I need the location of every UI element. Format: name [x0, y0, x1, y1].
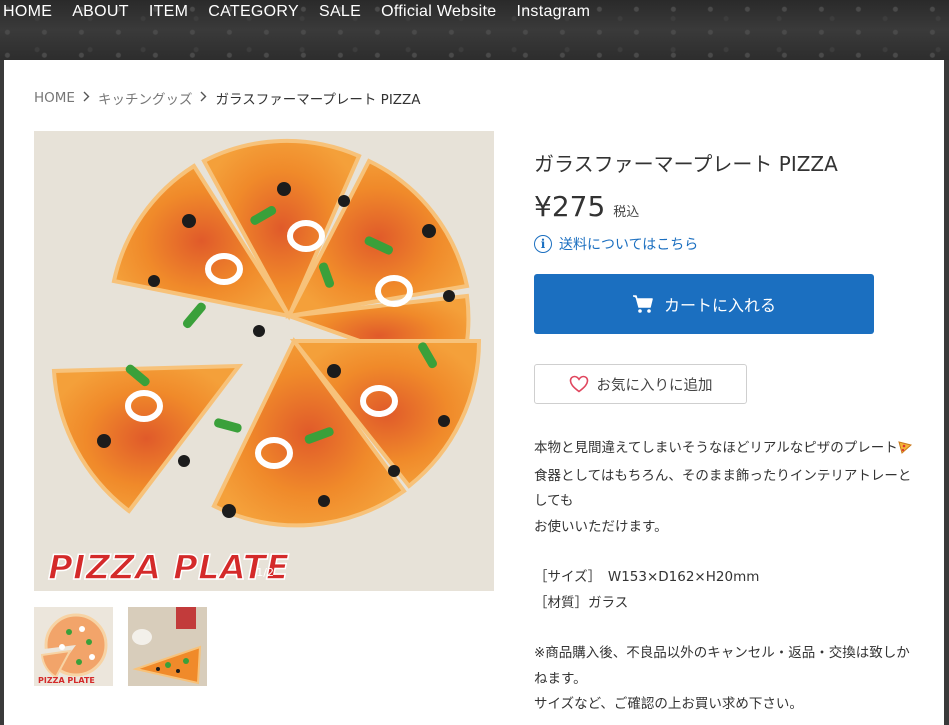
photo-overlay-text: PIZZA PLATE [48, 548, 289, 588]
nav-home[interactable]: HOME [3, 2, 52, 22]
header-bar: HOME ABOUT ITEM CATEGORY SALE Official W… [0, 0, 949, 60]
thumbnail-2-image [128, 607, 207, 686]
add-to-favorites-button[interactable]: お気に入りに追加 [534, 364, 747, 404]
nav-official-website[interactable]: Official Website [381, 2, 496, 22]
add-to-favorites-label: お気に入りに追加 [596, 377, 713, 394]
description-line-1: 本物と見間違えてしまいそうなほどリアルなピザのプレート [534, 436, 914, 464]
tax-label: 税込 [613, 205, 640, 220]
product-main-image[interactable]: PIZZA PLATE 1/2 [34, 131, 494, 591]
add-to-cart-label: カートに入れる [663, 296, 776, 315]
thumbnail-overlay-text: PIZZA PLATE [38, 676, 95, 685]
chevron-right-icon [83, 91, 90, 105]
description-notice-1: ※商品購入後、不良品以外のキャンセル・返品・交換は致しかねます。 [534, 645, 910, 687]
description-size: ［サイズ］ W153×D162×H20mm [534, 569, 760, 585]
thumbnail-list: PIZZA PLATE [34, 607, 207, 686]
nav-instagram[interactable]: Instagram [516, 2, 590, 22]
breadcrumb-current: ガラスファーマープレート PIZZA [215, 92, 421, 108]
add-to-cart-button[interactable]: カートに入れる [534, 274, 874, 334]
image-counter: 1/2 [256, 566, 274, 579]
pizza-plate-photo: PIZZA PLATE [34, 131, 494, 591]
breadcrumb: HOME キッチングッズ ガラスファーマープレート PIZZA [34, 88, 421, 108]
thumbnail-1-image: PIZZA PLATE [34, 607, 113, 686]
description-line-3: お使いいただけます。 [534, 518, 668, 535]
thumbnail-2[interactable] [128, 607, 207, 686]
nav-about[interactable]: ABOUT [72, 2, 129, 22]
cart-icon [632, 295, 653, 313]
nav-sale[interactable]: SALE [319, 2, 361, 22]
breadcrumb-category[interactable]: キッチングッズ [98, 88, 193, 108]
shipping-info-link[interactable]: i 送料についてはこちら [534, 234, 698, 254]
description-line-2: 食器としてはもちろん、そのまま飾ったりインテリアトレーとしても [534, 467, 912, 510]
heart-icon [569, 375, 588, 393]
description-notice-2: サイズなど、ご確認の上お買い求め下さい。 [534, 696, 803, 712]
product-title: ガラスファーマープレート PIZZA [534, 152, 838, 176]
nav-category[interactable]: CATEGORY [208, 2, 299, 22]
product-page: HOME キッチングッズ ガラスファーマープレート PIZZA PIZZA PL… [4, 60, 944, 725]
pizza-icon [897, 438, 912, 464]
product-description: 本物と見間違えてしまいそうなほどリアルなピザのプレート 食器としてはもちろん、そ… [534, 436, 914, 718]
breadcrumb-home[interactable]: HOME [34, 90, 75, 106]
thumbnail-1[interactable]: PIZZA PLATE [34, 607, 113, 686]
description-material: ［材質］ガラス [534, 594, 629, 611]
global-nav: HOME ABOUT ITEM CATEGORY SALE Official W… [3, 2, 610, 22]
page-frame-right [944, 60, 949, 725]
nav-item[interactable]: ITEM [149, 2, 188, 22]
price-row: ¥275 税込 [534, 190, 639, 223]
shipping-link-label: 送料についてはこちら [559, 237, 699, 253]
product-price: ¥275 [534, 190, 606, 223]
chevron-right-icon [200, 91, 207, 105]
info-icon: i [534, 235, 552, 253]
